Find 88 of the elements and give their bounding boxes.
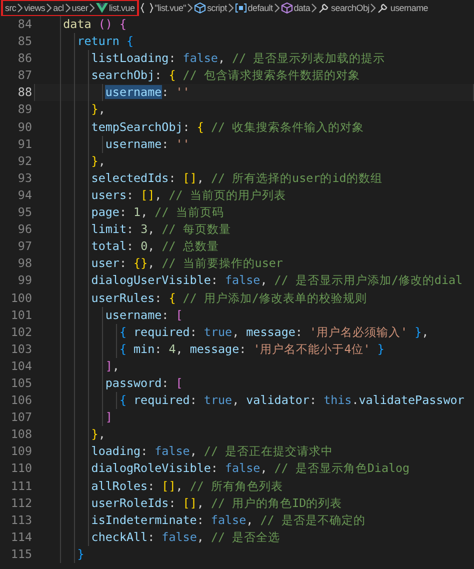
code-line: username: '' (104, 136, 191, 153)
code-line: { min: 4, message: '用户名不能小于4位' } (118, 340, 386, 358)
breadcrumb-item[interactable]: views (24, 3, 46, 13)
code-line: data () { (62, 16, 128, 33)
breadcrumb-item[interactable]: script (207, 3, 227, 13)
line-number: 96 (18, 221, 32, 238)
breadcrumb-item[interactable]: searchObj (331, 3, 370, 13)
breadcrumb-item[interactable]: username (390, 3, 428, 13)
code-line: ] (104, 409, 114, 426)
line-number: 107 (10, 409, 32, 426)
chevron-icon (46, 3, 52, 13)
line-number: 111 (10, 478, 32, 495)
chevron-icon (311, 3, 318, 13)
line-number: 95 (18, 204, 32, 222)
line-number: 104 (10, 358, 32, 375)
line-number: 91 (18, 136, 32, 153)
cube-icon (194, 2, 206, 14)
line-number: 103 (10, 340, 32, 358)
line-number: 86 (18, 50, 32, 68)
code-line: allRoles: [], // 所有角色列表 (90, 478, 284, 495)
code-line: userRoleIds: [], // 用户的角色ID的列表 (90, 494, 344, 512)
code-line: loading: false, // 是否正在提交请求中 (90, 443, 334, 460)
breadcrumb-item[interactable]: src (5, 3, 16, 13)
breadcrumb-item[interactable]: acl (53, 3, 64, 13)
code-line: dialogUserVisible: false, // 是否显示用户添加/修改的dial (90, 272, 464, 290)
line-number: 106 (10, 392, 32, 410)
code-line: userRules: { // 用户添加/修改表单的校验规则 (90, 290, 368, 306)
code-line: users: [], // 当前页的用户列表 (90, 186, 287, 204)
code-line: } (76, 546, 86, 563)
code-line: checkAll: false, // 是否全选 (90, 528, 282, 546)
line-number: 84 (18, 16, 32, 33)
code-line: listLoading: false, // 是否显示列表加载的提示 (90, 50, 386, 68)
line-number: 99 (18, 272, 32, 290)
line-number: 112 (10, 494, 32, 512)
line-number: 105 (10, 374, 32, 392)
line-number: 109 (10, 443, 32, 460)
chevron-icon (228, 3, 234, 13)
code-line: user: {}, // 当前要操作的user (90, 255, 284, 272)
code-line: username: [ (104, 306, 184, 324)
line-number: 102 (10, 324, 32, 341)
chevron-icon (370, 3, 376, 13)
code-line: isIndeterminate: false, // 是否是不确定的 (90, 512, 366, 529)
line-number: 115 (10, 546, 32, 563)
chevron-icon (64, 3, 71, 13)
line-number: 90 (18, 118, 32, 136)
code-line: password: [ (104, 374, 184, 392)
line-number: 94 (18, 186, 32, 204)
line-number: 92 (18, 152, 32, 170)
chevron-icon (89, 3, 96, 13)
chevron-icon (187, 3, 194, 13)
cube-icon (280, 2, 293, 14)
line-number: 114 (10, 528, 32, 546)
line-number: 89 (18, 101, 32, 118)
code-line: ], (104, 358, 120, 375)
line-number: 88 (18, 84, 32, 102)
code-line: limit: 3, // 每页数量 (90, 221, 232, 238)
code-line: searchObj: { // 包含请求搜索条件数据的对象 (90, 67, 361, 84)
code-line: return { (76, 33, 135, 50)
line-number: 110 (10, 460, 32, 478)
code-line: dialogRoleVisible: false, // 是否显示角色Dialog (90, 460, 411, 478)
line-number: 108 (10, 426, 32, 444)
code-line: }, (90, 426, 106, 444)
chevron-icon (274, 3, 280, 13)
code-line: selectedIds: [], // 所有选择的user的id的数组 (90, 170, 384, 187)
code-line: { required: true, message: '用户名必须输入' }, (118, 324, 430, 341)
code-line: total: 0, // 总数量 (90, 238, 220, 256)
line-number: 93 (18, 170, 32, 187)
breadcrumb-item[interactable]: list.vue (109, 3, 135, 13)
code-line: { required: true, validator: this.validatePasswor (118, 392, 466, 410)
code-line: }, (90, 152, 106, 170)
line-number: 101 (10, 306, 32, 324)
code-line: page: 1, // 当前页码 (90, 204, 225, 222)
vue-icon (96, 3, 108, 13)
code-line: }, (90, 101, 106, 118)
variable-icon (234, 3, 247, 13)
line-number: 113 (10, 512, 32, 529)
breadcrumb-item[interactable]: user (72, 3, 88, 13)
breadcrumb-item[interactable]: data (294, 3, 310, 13)
line-number: 97 (18, 238, 32, 256)
braces-icon (140, 3, 154, 13)
chevron-icon (17, 3, 24, 13)
code-line: tempSearchObj: { // 收集搜索条件输入的对象 (90, 118, 366, 136)
line-number: 87 (18, 67, 32, 84)
line-number: 98 (18, 255, 32, 272)
line-number: 85 (18, 33, 32, 50)
line-number: 100 (10, 290, 32, 306)
breadcrumb-item[interactable]: "list.vue" (154, 3, 186, 13)
breadcrumb-item[interactable]: default (248, 3, 273, 13)
